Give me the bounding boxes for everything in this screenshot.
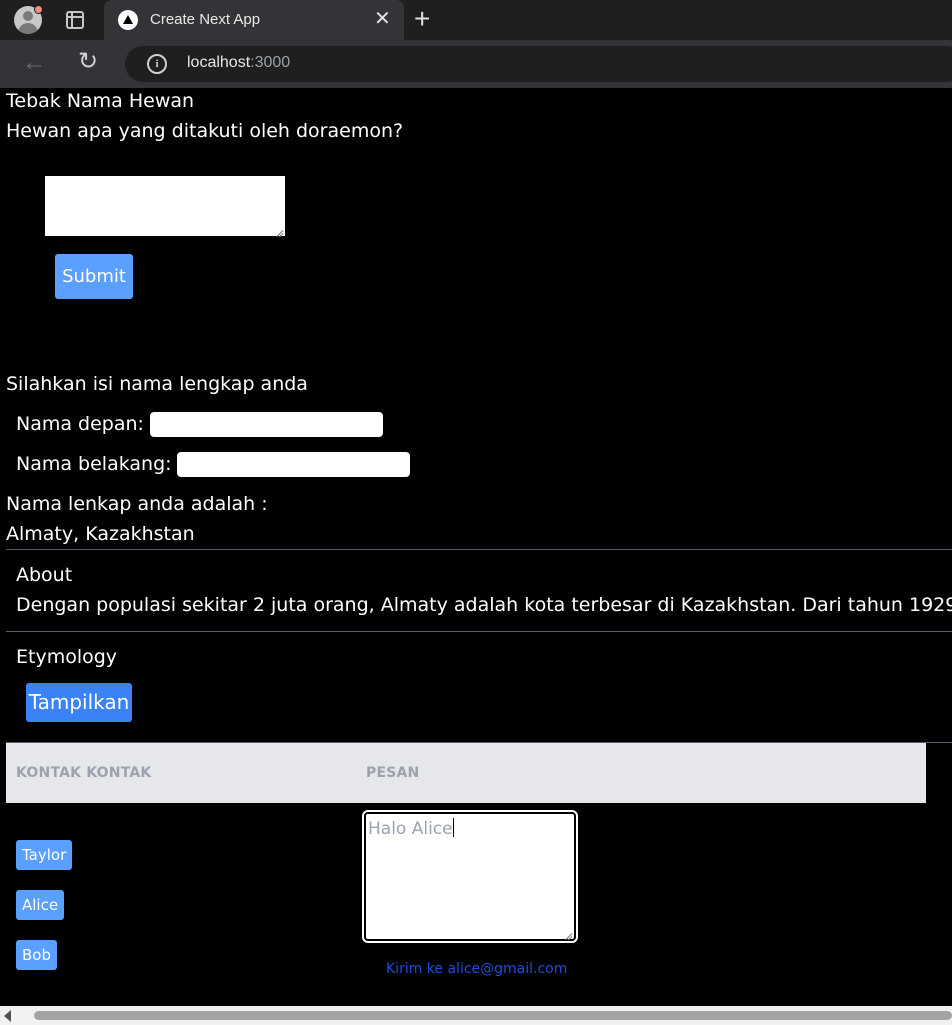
browser-toolbar: ← ↻ i localhost:3000 bbox=[0, 40, 952, 88]
etymology-heading: Etymology bbox=[16, 646, 118, 668]
show-button[interactable]: Tampilkan bbox=[26, 683, 132, 722]
reload-icon[interactable]: ↻ bbox=[78, 49, 98, 75]
divider bbox=[6, 631, 952, 632]
about-heading: About bbox=[16, 564, 73, 586]
notification-dot bbox=[34, 5, 43, 14]
submit-button[interactable]: Submit bbox=[55, 254, 133, 299]
text-caret bbox=[452, 818, 454, 837]
divider bbox=[6, 549, 952, 550]
resize-handle-icon[interactable] bbox=[275, 226, 283, 234]
page-content: Tebak Nama Hewan Hewan apa yang ditakuti… bbox=[6, 88, 952, 1006]
first-name-label: Nama depan: bbox=[16, 413, 144, 435]
quiz-title: Tebak Nama Hewan bbox=[6, 90, 195, 112]
scroll-left-arrow-icon[interactable] bbox=[4, 1010, 11, 1022]
info-icon[interactable]: i bbox=[147, 54, 167, 74]
contact-button-taylor[interactable]: Taylor bbox=[16, 840, 73, 870]
fullname-heading: Silahkan isi nama lengkap anda bbox=[6, 373, 308, 395]
message-textarea[interactable]: Halo Alice bbox=[362, 810, 578, 943]
resize-handle-icon[interactable] bbox=[564, 929, 572, 937]
city-name: Almaty, Kazakhstan bbox=[6, 523, 195, 545]
back-arrow-icon[interactable]: ← bbox=[22, 50, 46, 76]
fullname-result-label: Nama lenkap anda adalah : bbox=[6, 493, 268, 515]
send-button[interactable]: Kirim ke alice@gmail.com bbox=[386, 961, 567, 977]
tab-groups-icon[interactable] bbox=[66, 11, 84, 29]
nextjs-favicon-icon bbox=[118, 10, 138, 30]
url-host: localhost bbox=[187, 54, 251, 71]
placeholder-text: Halo Alice bbox=[368, 819, 453, 839]
close-icon[interactable]: ✕ bbox=[374, 8, 391, 30]
contact-button-bob[interactable]: Bob bbox=[16, 940, 57, 970]
column-header-contacts: KONTAK KONTAK bbox=[16, 765, 152, 781]
url-port: :3000 bbox=[250, 54, 291, 71]
last-name-label: Nama belakang: bbox=[16, 453, 172, 475]
browser-tab-bar: Create Next App ✕ + bbox=[0, 0, 952, 40]
browser-tab[interactable]: Create Next App ✕ bbox=[104, 0, 404, 40]
last-name-input[interactable] bbox=[177, 452, 410, 477]
column-header-message: PESAN bbox=[366, 765, 420, 781]
first-name-input[interactable] bbox=[150, 412, 383, 437]
message-placeholder: Halo Alice bbox=[368, 818, 454, 839]
scrollbar-thumb[interactable] bbox=[34, 1011, 952, 1020]
horizontal-scrollbar[interactable] bbox=[0, 1006, 952, 1025]
plus-icon[interactable]: + bbox=[414, 5, 430, 33]
contact-button-alice[interactable]: Alice bbox=[16, 890, 65, 920]
tab-title: Create Next App bbox=[150, 11, 261, 28]
about-text: Dengan populasi sekitar 2 juta orang, Al… bbox=[16, 594, 952, 616]
quiz-question: Hewan apa yang ditakuti oleh doraemon? bbox=[6, 120, 404, 142]
address-bar[interactable]: i localhost:3000 bbox=[125, 46, 952, 82]
table-header: KONTAK KONTAK PESAN bbox=[6, 743, 926, 803]
answer-textarea[interactable] bbox=[45, 176, 285, 236]
url-text: localhost:3000 bbox=[187, 54, 290, 72]
